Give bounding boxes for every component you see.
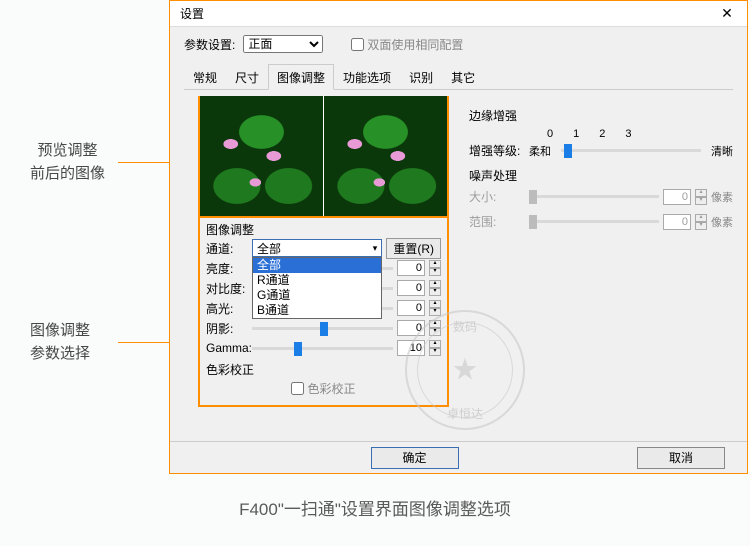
edge-scale-ticks: 0 1 2 3	[547, 128, 733, 140]
noise-range-row: 范围: 0 ▴▾ 像素	[469, 213, 733, 230]
brightness-spinner[interactable]: ▴▾	[429, 260, 441, 276]
noise-title: 噪声处理	[469, 167, 733, 184]
shadow-label: 阴影:	[206, 320, 248, 337]
tab-other[interactable]: 其它	[442, 64, 484, 90]
noise-range-label: 范围:	[469, 213, 525, 230]
highlight-value[interactable]: 0	[397, 300, 425, 316]
color-correct-label: 色彩校正	[307, 380, 355, 397]
right-panel: 边缘增强 0 1 2 3 增强等级: 柔和 清晰 噪声处理 大小: 0 ▴▾ 像…	[469, 107, 733, 238]
channel-select-value: 全部	[257, 240, 281, 257]
callout-params: 图像调整 参数选择	[30, 320, 90, 365]
edge-level-sharp: 清晰	[705, 143, 733, 159]
edge-enhance-title: 边缘增强	[469, 107, 733, 124]
edge-level-soft: 柔和	[529, 143, 557, 159]
brightness-label: 亮度:	[206, 260, 248, 277]
contrast-label: 对比度:	[206, 280, 248, 297]
reset-button[interactable]: 重置(R)	[386, 238, 441, 259]
edge-level-slider[interactable]	[561, 149, 701, 152]
tab-size[interactable]: 尺寸	[226, 64, 268, 90]
duplex-checkbox-input[interactable]	[351, 38, 364, 51]
noise-range-value: 0	[663, 214, 691, 230]
brightness-value[interactable]: 0	[397, 260, 425, 276]
param-settings-label: 参数设置:	[184, 36, 235, 53]
highlight-label: 高光:	[206, 300, 248, 317]
channel-label: 通道:	[206, 240, 248, 257]
preview-after	[323, 96, 447, 216]
chevron-down-icon: ▾	[373, 243, 378, 254]
contrast-spinner[interactable]: ▴▾	[429, 280, 441, 296]
channel-option-all[interactable]: 全部	[253, 258, 381, 273]
tab-strip: 常规 尺寸 图像调整 功能选项 识别 其它	[184, 63, 733, 90]
noise-range-unit: 像素	[711, 214, 733, 230]
param-settings-row: 参数设置: 正面 双面使用相同配置	[170, 27, 747, 57]
noise-size-slider	[529, 195, 659, 198]
noise-size-unit: 像素	[711, 189, 733, 205]
gamma-slider[interactable]	[252, 347, 393, 350]
shadow-slider[interactable]	[252, 327, 393, 330]
gamma-label: Gamma:	[206, 341, 248, 355]
star-icon: ★	[452, 353, 479, 388]
side-select[interactable]: 正面	[243, 35, 323, 53]
titlebar: 设置 ✕	[170, 1, 747, 27]
close-button[interactable]: ✕	[707, 5, 747, 22]
channel-row: 通道: 全部 ▾ 全部 R通道 G通道 B通道 重置(R)	[200, 238, 447, 258]
edge-level-label: 增强等级:	[469, 142, 525, 159]
adjust-group-title: 图像调整	[200, 218, 447, 238]
noise-size-spinner: ▴▾	[695, 189, 707, 205]
noise-range-spinner: ▴▾	[695, 214, 707, 230]
contrast-value[interactable]: 0	[397, 280, 425, 296]
callout-preview: 预览调整 前后的图像	[30, 140, 105, 185]
noise-size-label: 大小:	[469, 188, 525, 205]
ok-button[interactable]: 确定	[371, 447, 459, 469]
figure-caption: F400"一扫通"设置界面图像调整选项	[0, 495, 750, 520]
watermark-stamp: ★ 数码 卓恒达	[405, 310, 525, 430]
preview-before	[200, 96, 323, 216]
channel-option-r[interactable]: R通道	[253, 273, 381, 288]
cancel-button[interactable]: 取消	[637, 447, 725, 469]
color-correct-input[interactable]	[291, 382, 304, 395]
tab-image-adjust[interactable]: 图像调整	[268, 64, 334, 90]
channel-option-g[interactable]: G通道	[253, 288, 381, 303]
noise-range-slider	[529, 220, 659, 223]
noise-size-value: 0	[663, 189, 691, 205]
color-correct-checkbox[interactable]: 色彩校正	[291, 380, 355, 397]
dialog-title: 设置	[170, 5, 707, 22]
duplex-checkbox-label: 双面使用相同配置	[367, 36, 463, 53]
highlight-spinner[interactable]: ▴▾	[429, 300, 441, 316]
tab-function-options[interactable]: 功能选项	[334, 64, 400, 90]
channel-option-b[interactable]: B通道	[253, 303, 381, 318]
noise-size-row: 大小: 0 ▴▾ 像素	[469, 188, 733, 205]
channel-select[interactable]: 全部 ▾	[252, 239, 382, 257]
dialog-button-row: 确定 取消	[170, 441, 747, 473]
preview-pair	[200, 96, 447, 218]
channel-dropdown: 全部 R通道 G通道 B通道	[252, 257, 382, 319]
edge-level-row: 增强等级: 柔和 清晰	[469, 142, 733, 159]
tab-recognize[interactable]: 识别	[400, 64, 442, 90]
tab-general[interactable]: 常规	[184, 64, 226, 90]
duplex-same-config-checkbox[interactable]: 双面使用相同配置	[351, 36, 463, 53]
